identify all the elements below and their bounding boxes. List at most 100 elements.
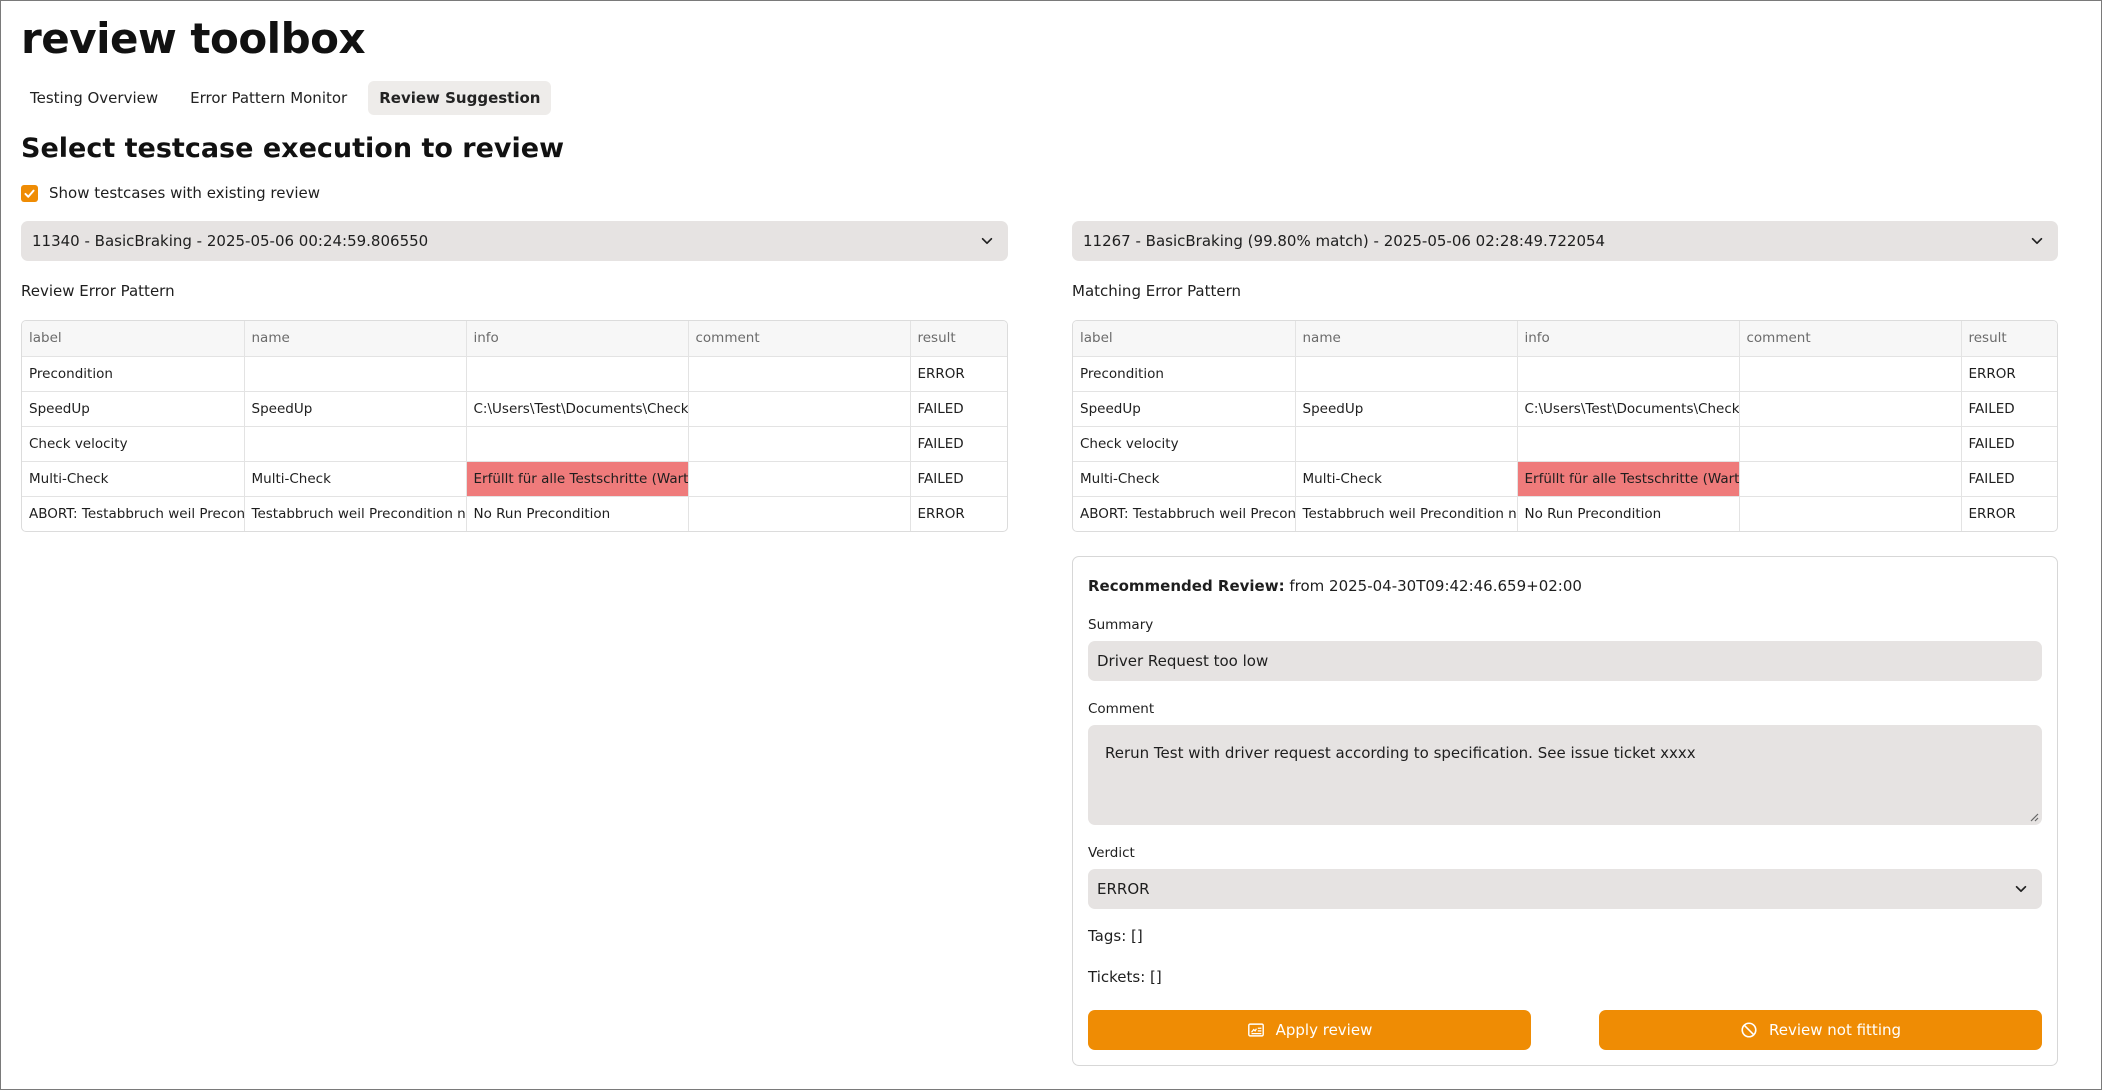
- chevron-down-icon: [980, 234, 994, 248]
- verdict-select[interactable]: ERROR: [1088, 869, 2042, 909]
- table-cell[interactable]: [1739, 461, 1962, 497]
- column-header-comment[interactable]: comment: [688, 321, 911, 357]
- table-cell[interactable]: SpeedUp: [1295, 391, 1518, 427]
- column-header-name[interactable]: name: [244, 321, 467, 357]
- table-cell[interactable]: [1295, 426, 1518, 462]
- table-row[interactable]: SpeedUp SpeedUp C:\Users\Test\Documents\…: [1073, 391, 2057, 427]
- resize-handle-icon[interactable]: [2029, 812, 2039, 822]
- table-cell[interactable]: No Run Precondition: [1517, 496, 1740, 531]
- column-header-comment[interactable]: comment: [1739, 321, 1962, 357]
- table-cell[interactable]: FAILED: [910, 461, 1007, 497]
- table-cell[interactable]: [688, 356, 911, 392]
- table-cell[interactable]: Check velocity: [1073, 426, 1296, 462]
- table-cell[interactable]: [1739, 496, 1962, 531]
- table-cell[interactable]: ERROR: [910, 496, 1007, 531]
- review-not-fitting-label: Review not fitting: [1768, 1021, 1902, 1039]
- table-cell[interactable]: FAILED: [1961, 426, 2057, 462]
- summary-value: Driver Request too low: [1097, 652, 1269, 670]
- table-cell[interactable]: [466, 356, 689, 392]
- table-cell[interactable]: Multi-Check: [22, 461, 245, 497]
- tickets-text: Tickets: []: [1088, 968, 1162, 986]
- table-row[interactable]: Precondition ERROR: [22, 356, 1007, 392]
- table-cell[interactable]: Multi-Check: [1073, 461, 1296, 497]
- table-row[interactable]: SpeedUp SpeedUp C:\Users\Test\Documents\…: [22, 391, 1007, 427]
- table-cell[interactable]: FAILED: [910, 391, 1007, 427]
- table-cell[interactable]: [688, 391, 911, 427]
- table-cell[interactable]: ERROR: [1961, 356, 2057, 392]
- table-cell[interactable]: [244, 356, 467, 392]
- column-header-info[interactable]: info: [1517, 321, 1740, 357]
- column-header-result[interactable]: result: [1961, 321, 2057, 357]
- table-row[interactable]: ABORT: Testabbruch weil Precondition Tes…: [22, 496, 1007, 531]
- column-header-name[interactable]: name: [1295, 321, 1518, 357]
- apply-review-button[interactable]: Apply review: [1088, 1010, 1531, 1050]
- tab-error-pattern-monitor[interactable]: Error Pattern Monitor: [179, 81, 358, 115]
- chevron-down-icon: [2014, 882, 2028, 896]
- table-cell[interactable]: ABORT: Testabbruch weil Precondition: [1073, 496, 1296, 531]
- table-cell[interactable]: [688, 461, 911, 497]
- table-cell-highlighted[interactable]: Erfüllt für alle Testschritte (Warte bis: [466, 461, 689, 497]
- table-cell[interactable]: ERROR: [910, 356, 1007, 392]
- app-title: review toolbox: [21, 14, 366, 63]
- table-cell[interactable]: No Run Precondition: [466, 496, 689, 531]
- table-cell[interactable]: [1517, 356, 1740, 392]
- comment-textarea[interactable]: Rerun Test with driver request according…: [1088, 725, 2042, 825]
- table-cell-highlighted[interactable]: Erfüllt für alle Testschritte (Warte bis: [1517, 461, 1740, 497]
- matching-error-pattern-label: Matching Error Pattern: [1072, 282, 1242, 300]
- table-cell[interactable]: ABORT: Testabbruch weil Precondition: [22, 496, 245, 531]
- table-cell[interactable]: SpeedUp: [22, 391, 245, 427]
- recommended-review-panel: Recommended Review: from 2025-04-30T09:4…: [1072, 556, 2058, 1066]
- tags-text: Tags: []: [1088, 927, 1143, 945]
- table-row[interactable]: Multi-Check Multi-Check Erfüllt für alle…: [1073, 461, 2057, 497]
- column-header-label[interactable]: label: [1073, 321, 1296, 357]
- table-cell[interactable]: [1295, 356, 1518, 392]
- section-title: Select testcase execution to review: [21, 133, 565, 164]
- table-cell[interactable]: C:\Users\Test\Documents\Check: [1517, 391, 1740, 427]
- table-cell[interactable]: SpeedUp: [1073, 391, 1296, 427]
- recommended-review-date: from 2025-04-30T09:42:46.659+02:00: [1284, 577, 1582, 595]
- table-cell[interactable]: FAILED: [910, 426, 1007, 462]
- review-card-icon: [1247, 1021, 1265, 1039]
- show-existing-review-label: Show testcases with existing review: [49, 184, 320, 202]
- table-cell[interactable]: [688, 426, 911, 462]
- column-header-result[interactable]: result: [910, 321, 1007, 357]
- table-cell[interactable]: SpeedUp: [244, 391, 467, 427]
- tab-review-suggestion[interactable]: Review Suggestion: [368, 81, 552, 115]
- table-cell[interactable]: Check velocity: [22, 426, 245, 462]
- table-row[interactable]: ABORT: Testabbruch weil Precondition Tes…: [1073, 496, 2057, 531]
- testcase-select-value: 11340 - BasicBraking - 2025-05-06 00:24:…: [32, 232, 429, 250]
- table-cell[interactable]: [1739, 391, 1962, 427]
- matching-testcase-select[interactable]: 11267 - BasicBraking (99.80% match) - 20…: [1072, 221, 2058, 261]
- table-cell[interactable]: Multi-Check: [244, 461, 467, 497]
- summary-label: Summary: [1088, 617, 1154, 633]
- table-cell[interactable]: [466, 426, 689, 462]
- table-cell[interactable]: Precondition: [1073, 356, 1296, 392]
- tab-testing-overview[interactable]: Testing Overview: [19, 81, 169, 115]
- table-cell[interactable]: FAILED: [1961, 461, 2057, 497]
- table-row[interactable]: Check velocity FAILED: [22, 426, 1007, 462]
- summary-field[interactable]: Driver Request too low: [1088, 641, 2042, 681]
- table-cell[interactable]: [1739, 356, 1962, 392]
- review-not-fitting-button[interactable]: Review not fitting: [1599, 1010, 2042, 1050]
- table-cell[interactable]: [244, 426, 467, 462]
- table-cell[interactable]: FAILED: [1961, 391, 2057, 427]
- show-existing-review-toggle[interactable]: Show testcases with existing review: [21, 184, 320, 202]
- table-cell[interactable]: Testabbruch weil Precondition nicht: [244, 496, 467, 531]
- table-cell[interactable]: [688, 496, 911, 531]
- matching-testcase-select-value: 11267 - BasicBraking (99.80% match) - 20…: [1083, 232, 1606, 250]
- table-cell[interactable]: Multi-Check: [1295, 461, 1518, 497]
- table-row[interactable]: Check velocity FAILED: [1073, 426, 2057, 462]
- column-header-label[interactable]: label: [22, 321, 245, 357]
- table-row[interactable]: Multi-Check Multi-Check Erfüllt für alle…: [22, 461, 1007, 497]
- table-cell[interactable]: [1739, 426, 1962, 462]
- column-header-info[interactable]: info: [466, 321, 689, 357]
- table-cell[interactable]: ERROR: [1961, 496, 2057, 531]
- table-row[interactable]: Precondition ERROR: [1073, 356, 2057, 392]
- table-cell[interactable]: Precondition: [22, 356, 245, 392]
- comment-value: Rerun Test with driver request according…: [1105, 744, 1696, 762]
- testcase-select[interactable]: 11340 - BasicBraking - 2025-05-06 00:24:…: [21, 221, 1008, 261]
- table-cell[interactable]: C:\Users\Test\Documents\Check: [466, 391, 689, 427]
- table-cell[interactable]: Testabbruch weil Precondition nicht: [1295, 496, 1518, 531]
- table-cell[interactable]: [1517, 426, 1740, 462]
- check-icon[interactable]: [21, 184, 38, 202]
